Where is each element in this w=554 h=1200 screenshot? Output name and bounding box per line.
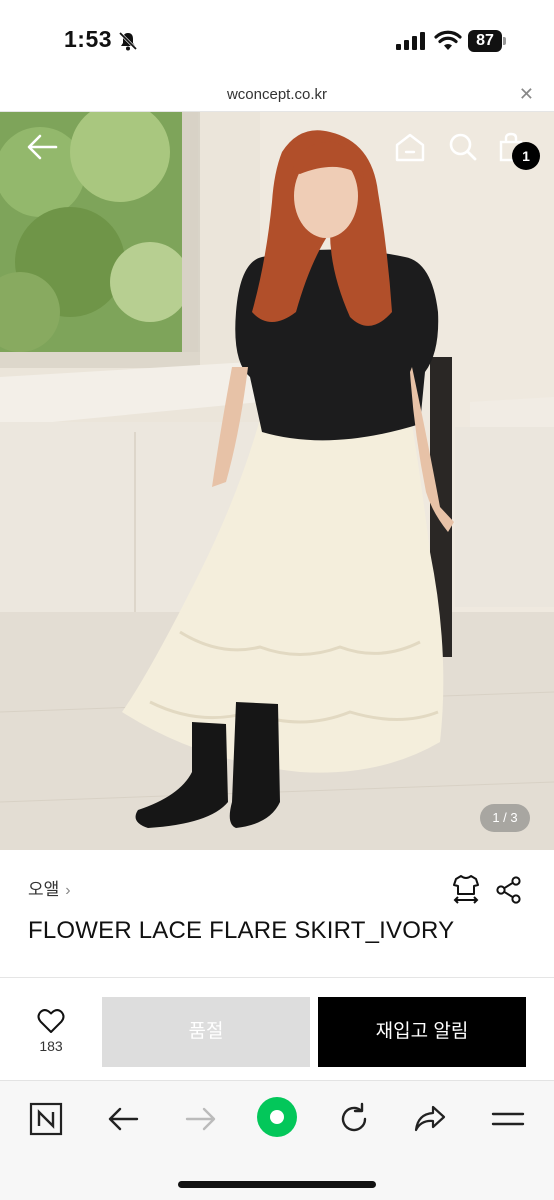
back-arrow-icon[interactable]: [26, 132, 60, 162]
product-title: FLOWER LACE FLARE SKIRT_IVORY: [28, 917, 455, 944]
green-dot-icon[interactable]: [256, 1096, 298, 1138]
heart-icon[interactable]: [37, 1008, 65, 1034]
brand-name[interactable]: 오앨: [28, 880, 59, 899]
brand-link[interactable]: 오앨 ›: [28, 875, 71, 900]
menu-icon[interactable]: [488, 1099, 528, 1139]
cart-count-badge[interactable]: 1: [512, 142, 540, 170]
image-page-indicator: 1 / 3: [480, 804, 530, 832]
back-icon[interactable]: [104, 1099, 144, 1139]
battery-icon: 87: [468, 30, 506, 52]
url-bar[interactable]: wconcept.co.kr ✕: [0, 80, 554, 112]
product-photo: [0, 112, 554, 850]
size-guide-icon[interactable]: [452, 874, 480, 904]
chevron-right-icon: ›: [65, 882, 71, 899]
bell-slash-icon: [118, 31, 138, 51]
share-icon[interactable]: [496, 876, 522, 904]
battery-level: 87: [476, 32, 494, 49]
soldout-button[interactable]: 품절: [102, 997, 310, 1067]
signal-icon: [396, 32, 425, 50]
naver-n-icon[interactable]: [26, 1099, 66, 1139]
forward-icon[interactable]: [180, 1099, 220, 1139]
wifi-icon: [434, 30, 462, 50]
divider: [0, 977, 554, 978]
restock-alert-button[interactable]: 재입고 알림: [318, 997, 526, 1067]
like-button[interactable]: 183: [28, 1008, 74, 1060]
home-indicator[interactable]: [178, 1181, 376, 1188]
search-icon[interactable]: [448, 132, 478, 162]
share-arrow-icon[interactable]: [410, 1099, 450, 1139]
url-text[interactable]: wconcept.co.kr: [0, 86, 554, 103]
reload-icon[interactable]: [334, 1099, 374, 1139]
close-icon[interactable]: ✕: [519, 84, 534, 105]
home-icon[interactable]: [394, 132, 426, 162]
product-image-carousel[interactable]: 1 1 / 3: [0, 112, 554, 850]
like-count: 183: [39, 1038, 63, 1054]
status-bar: 1:53 87: [0, 0, 554, 80]
status-time: 1:53: [64, 26, 113, 52]
